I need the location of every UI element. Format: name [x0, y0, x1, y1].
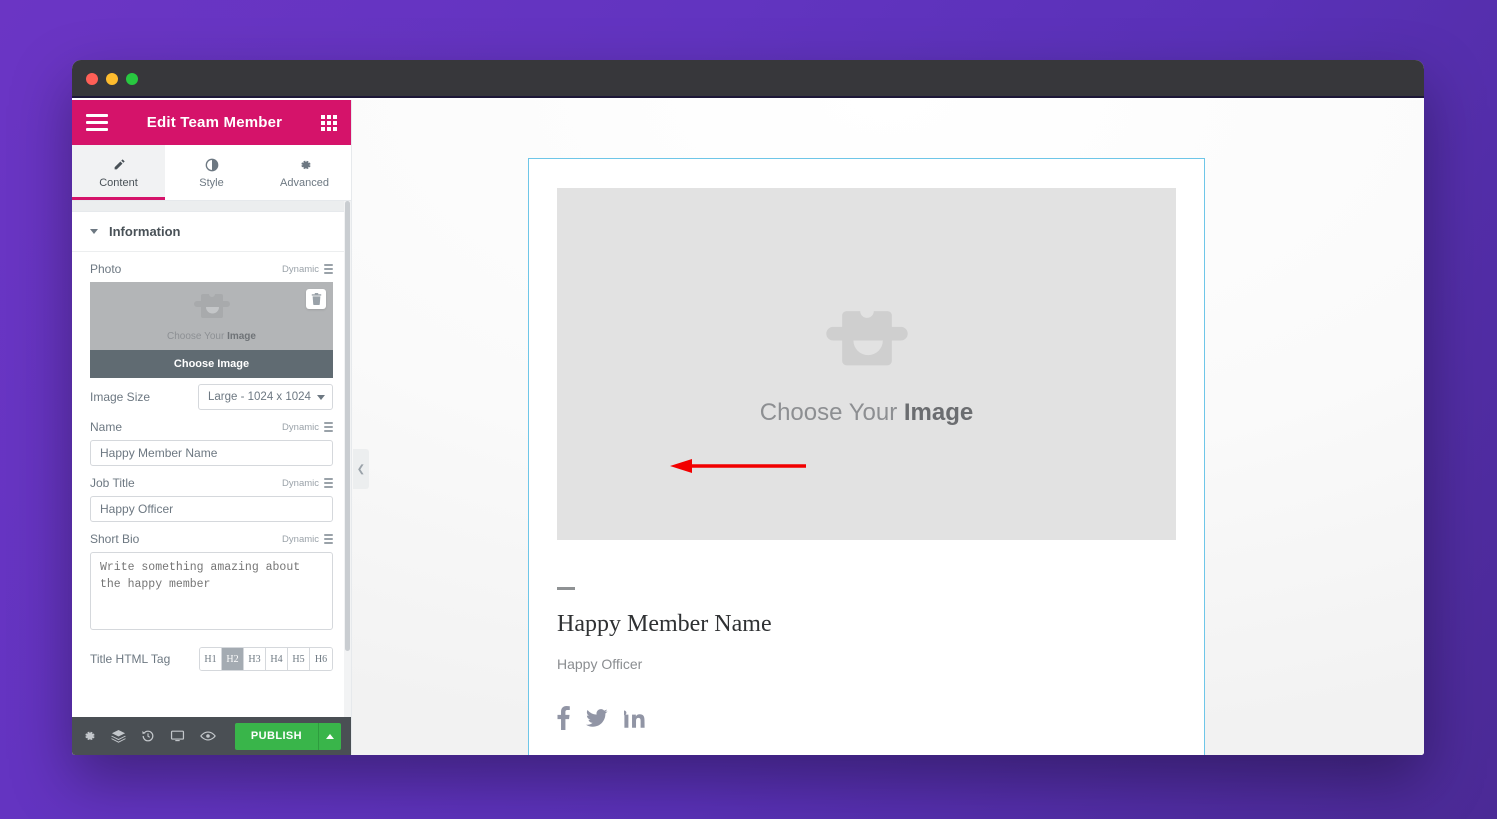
editor-canvas: Choose Your Image Happy Member Name Happ… — [352, 100, 1424, 755]
tab-style-label: Style — [199, 176, 224, 189]
database-icon — [324, 533, 333, 545]
publish-button[interactable]: PUBLISH — [234, 722, 318, 750]
page-title: Edit Team Member — [146, 114, 283, 131]
section-title: Information — [109, 224, 181, 239]
name-input[interactable] — [90, 440, 333, 466]
database-icon — [324, 263, 333, 275]
close-window-button[interactable] — [86, 73, 98, 85]
browser-window: Edit Team Member Content Style Advanced … — [72, 60, 1424, 755]
annotation-arrow — [670, 459, 806, 473]
window-body: Edit Team Member Content Style Advanced … — [72, 100, 1424, 755]
section-header-information[interactable]: Information — [72, 212, 351, 252]
job-title-label: Job Title — [90, 476, 135, 490]
twitter-icon[interactable] — [586, 708, 608, 733]
pencil-icon — [112, 157, 126, 173]
responsive-icon[interactable] — [170, 729, 185, 743]
publish-options-button[interactable] — [318, 722, 341, 750]
tab-advanced-label: Advanced — [280, 176, 329, 189]
photo-label: Photo — [90, 262, 122, 276]
widget-divider — [557, 587, 575, 590]
panel-scroll-area: Information Photo Dynamic Choose Your Im… — [72, 201, 351, 717]
grid-icon[interactable] — [321, 114, 337, 131]
preview-icon[interactable] — [200, 730, 216, 742]
widget-image-caption: Choose Your Image — [759, 399, 974, 426]
panel-footer: PUBLISH — [72, 717, 351, 755]
photo-media-box[interactable]: Choose Your Image Choose Image — [90, 282, 333, 378]
widget-job-title: Happy Officer — [557, 656, 643, 672]
title-html-tag-label: Title HTML Tag — [90, 652, 171, 666]
publish-control: PUBLISH — [234, 722, 341, 750]
tag-option-h3[interactable]: H3 — [244, 648, 266, 670]
name-dynamic-toggle[interactable]: Dynamic — [282, 421, 333, 433]
name-label: Name — [90, 420, 123, 434]
gear-icon[interactable] — [82, 729, 96, 743]
panel-collapse-handle[interactable]: ❮ — [353, 449, 369, 489]
control-short-bio: Short Bio Dynamic — [72, 522, 351, 635]
maximize-window-button[interactable] — [126, 73, 138, 85]
tab-advanced[interactable]: Advanced — [258, 145, 351, 200]
widget-social-links — [557, 706, 645, 735]
minimize-window-button[interactable] — [106, 73, 118, 85]
linkedin-icon[interactable] — [621, 708, 645, 733]
tab-style[interactable]: Style — [165, 145, 258, 200]
image-size-select[interactable]: Large - 1024 x 1024 — [198, 384, 333, 410]
dynamic-label: Dynamic — [282, 421, 319, 433]
title-html-tag-options: H1 H2 H3 H4 H5 H6 — [199, 647, 333, 671]
facebook-icon[interactable] — [557, 706, 570, 735]
caret-up-icon — [326, 733, 334, 739]
tag-option-h5[interactable]: H5 — [288, 648, 310, 670]
dynamic-label: Dynamic — [282, 477, 319, 489]
image-placeholder-icon — [193, 294, 230, 318]
gear-icon — [298, 157, 312, 173]
history-icon[interactable] — [141, 729, 155, 743]
choose-image-button[interactable]: Choose Image — [90, 350, 333, 378]
widget-image-placeholder[interactable]: Choose Your Image — [557, 188, 1176, 540]
panel-tabs: Content Style Advanced — [72, 145, 351, 201]
control-image-size: Image Size Large - 1024 x 1024 — [72, 378, 351, 410]
dynamic-label: Dynamic — [282, 263, 319, 275]
delete-photo-button[interactable] — [306, 289, 326, 309]
traffic-lights — [86, 73, 138, 85]
chevron-left-icon: ❮ — [356, 463, 366, 475]
panel-scrollbar-thumb[interactable] — [345, 201, 350, 651]
image-placeholder-icon — [825, 311, 908, 366]
image-size-label: Image Size — [90, 390, 151, 404]
hamburger-icon[interactable] — [86, 114, 108, 131]
job-title-dynamic-toggle[interactable]: Dynamic — [282, 477, 333, 489]
tab-content-label: Content — [99, 176, 138, 189]
team-member-widget[interactable]: Choose Your Image Happy Member Name Happ… — [528, 158, 1205, 755]
panel-header: Edit Team Member — [72, 100, 351, 145]
tag-option-h6[interactable]: H6 — [310, 648, 332, 670]
widget-member-name: Happy Member Name — [557, 611, 772, 637]
short-bio-dynamic-toggle[interactable]: Dynamic — [282, 533, 333, 545]
dynamic-label: Dynamic — [282, 533, 319, 545]
tag-option-h1[interactable]: H1 — [200, 648, 222, 670]
photo-dynamic-toggle[interactable]: Dynamic — [282, 263, 333, 275]
panel-gap-bar — [72, 201, 351, 212]
short-bio-textarea[interactable] — [90, 552, 333, 630]
trash-icon — [311, 293, 321, 305]
layers-icon[interactable] — [111, 729, 126, 744]
photo-placeholder-caption: Choose Your Image — [167, 331, 256, 342]
job-title-input[interactable] — [90, 496, 333, 522]
photo-placeholder: Choose Your Image — [90, 282, 333, 350]
window-titlebar — [72, 60, 1424, 98]
tag-option-h4[interactable]: H4 — [266, 648, 288, 670]
image-size-value: Large - 1024 x 1024 — [208, 391, 311, 403]
panel-scrollbar[interactable] — [344, 201, 351, 717]
control-title-html-tag: Title HTML Tag H1 H2 H3 H4 H5 H6 — [72, 635, 351, 671]
database-icon — [324, 421, 333, 433]
control-name: Name Dynamic — [72, 410, 351, 466]
control-job-title: Job Title Dynamic — [72, 466, 351, 522]
tab-content[interactable]: Content — [72, 145, 165, 200]
database-icon — [324, 477, 333, 489]
short-bio-label: Short Bio — [90, 532, 140, 546]
contrast-icon — [205, 157, 219, 173]
chevron-down-icon — [317, 394, 325, 400]
chevron-down-icon — [90, 229, 98, 234]
elementor-panel: Edit Team Member Content Style Advanced … — [72, 100, 352, 755]
tag-option-h2[interactable]: H2 — [222, 648, 244, 670]
control-photo: Photo Dynamic Choose Your Image Choose I… — [72, 252, 351, 378]
